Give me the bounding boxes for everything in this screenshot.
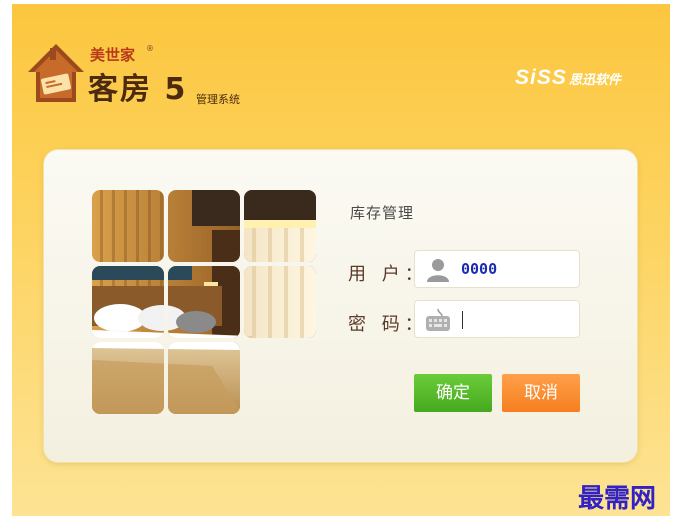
vendor-logo-text: SiSS xyxy=(515,66,567,89)
vendor-name: 思迅软件 xyxy=(568,72,621,87)
app-logo: 美世家 ® 客房 5 管理系统 xyxy=(26,42,286,112)
brand-name-small: 美世家 xyxy=(90,46,136,64)
registered-mark: ® xyxy=(146,44,154,53)
hotel-room-image xyxy=(92,190,316,414)
house-logo-icon xyxy=(28,44,84,102)
cancel-button[interactable]: 取消 xyxy=(502,374,580,412)
user-icon xyxy=(427,259,449,282)
keyboard-icon[interactable] xyxy=(425,307,451,333)
section-title: 库存管理 xyxy=(350,204,415,222)
vendor-logo: SiSS 思迅软件 xyxy=(515,66,621,90)
username-field[interactable]: 0000 xyxy=(414,250,580,288)
room-photo-illustration xyxy=(92,190,316,414)
login-window: 美世家 ® 客房 5 管理系统 SiSS 思迅软件 库存管理 用 户： 0000… xyxy=(12,4,670,516)
login-card: 库存管理 用 户： 0000 密 码： 确定 取消 xyxy=(44,150,637,462)
username-value: 0000 xyxy=(461,260,498,278)
product-name: 客房 5 xyxy=(88,72,188,107)
site-watermark: 最需网 xyxy=(578,484,657,514)
text-cursor xyxy=(462,311,463,329)
password-field[interactable] xyxy=(414,300,580,338)
confirm-button[interactable]: 确定 xyxy=(414,374,492,412)
product-subtitle: 管理系统 xyxy=(196,93,240,106)
